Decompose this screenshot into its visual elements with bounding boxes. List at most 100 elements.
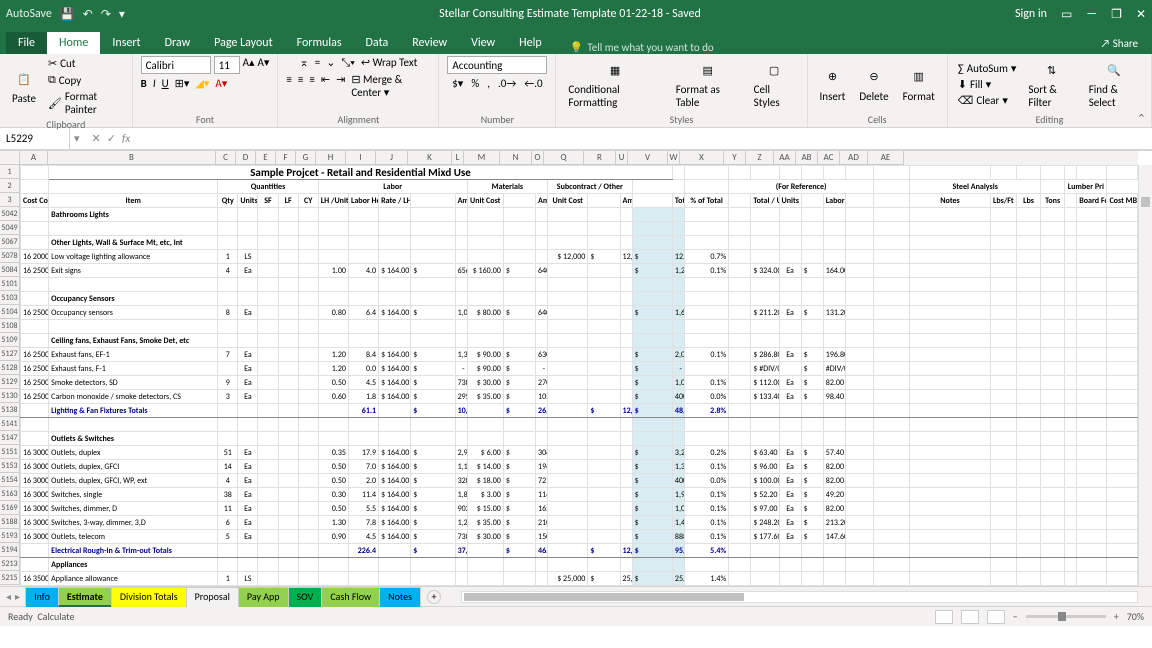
format-as-table-button[interactable]: ▤Format as Table	[672, 57, 744, 111]
sheet-tab-estimate[interactable]: Estimate	[58, 587, 112, 607]
close-icon[interactable]: ✕	[1136, 7, 1146, 22]
decrease-decimal-icon[interactable]: ←.0	[524, 77, 542, 90]
sheet-nav-first-icon[interactable]: ◂	[6, 590, 11, 603]
percent-format-icon[interactable]: %	[471, 77, 479, 90]
cell-styles-button[interactable]: ▢Cell Styles	[750, 57, 799, 111]
increase-font-icon[interactable]: A▴	[243, 56, 255, 74]
col-header-H[interactable]: H	[316, 151, 346, 165]
row-header-5188[interactable]: 5188	[0, 515, 20, 529]
accounting-format-icon[interactable]: $▾	[452, 77, 463, 90]
save-icon[interactable]: 💾	[60, 7, 75, 22]
copy-button[interactable]: ⧉ Copy	[46, 72, 124, 88]
align-middle-icon[interactable]: =	[315, 56, 320, 70]
align-left-icon[interactable]: ≡	[286, 73, 291, 99]
row-header-1[interactable]: 1	[0, 165, 20, 179]
col-header-K[interactable]: K	[408, 151, 452, 165]
decrease-font-icon[interactable]: A▾	[258, 56, 270, 74]
horizontal-scrollbar[interactable]	[461, 591, 1138, 603]
wrap-text-button[interactable]: ↩ Wrap Text	[361, 56, 418, 70]
align-bottom-icon[interactable]: ⌄	[326, 56, 335, 70]
tab-view[interactable]: View	[459, 32, 507, 54]
row-header-5103[interactable]: 5103	[0, 291, 20, 305]
col-header-Y[interactable]: Y	[724, 151, 746, 165]
row-header-5127[interactable]: 5127	[0, 347, 20, 361]
sheet-nav-last-icon[interactable]: ▸	[15, 590, 20, 603]
format-painter-button[interactable]: 🖌 Format Painter	[46, 89, 124, 117]
row-header-5109[interactable]: 5109	[0, 333, 20, 347]
tab-formulas[interactable]: Formulas	[285, 32, 354, 54]
row-header-5194[interactable]: 5194	[0, 543, 20, 557]
redo-icon[interactable]: ↷	[101, 7, 111, 22]
col-header-Z[interactable]: Z	[746, 151, 774, 165]
sheet-tab-sov[interactable]: SOV	[288, 587, 323, 607]
number-format-select[interactable]: Accounting	[447, 56, 547, 74]
conditional-formatting-button[interactable]: ▦Conditional Formatting	[564, 57, 665, 111]
merge-center-button[interactable]: ⊟ Merge & Center ▾	[351, 73, 430, 99]
tab-data[interactable]: Data	[354, 32, 401, 54]
increase-decimal-icon[interactable]: .0→	[498, 77, 516, 90]
col-header-M[interactable]: M	[464, 151, 500, 165]
row-header-5078[interactable]: 5078	[0, 249, 20, 263]
row-header-5215[interactable]: 5215	[0, 571, 20, 585]
page-break-view-icon[interactable]	[987, 610, 1005, 624]
col-header-O[interactable]: O	[532, 151, 544, 165]
autosave-toggle[interactable]: AutoSave	[6, 7, 52, 21]
align-top-icon[interactable]: ⌅	[300, 56, 309, 70]
sheet-tab-notes[interactable]: Notes	[379, 587, 421, 607]
sheet-tab-cash-flow[interactable]: Cash Flow	[321, 587, 380, 607]
cancel-formula-icon[interactable]: ✕	[92, 132, 101, 145]
enter-formula-icon[interactable]: ✓	[107, 132, 116, 145]
vertical-scrollbar[interactable]	[1138, 165, 1152, 586]
tab-file[interactable]: File	[6, 32, 47, 54]
font-name-select[interactable]: Calibri	[141, 56, 211, 74]
clear-button[interactable]: ⌫ Clear ▾	[956, 93, 1019, 108]
col-header-F[interactable]: F	[276, 151, 296, 165]
border-button[interactable]: ⊞▾	[175, 77, 190, 90]
undo-icon[interactable]: ↶	[83, 7, 93, 22]
zoom-level[interactable]: 70%	[1127, 610, 1144, 623]
orientation-icon[interactable]: ⤡▾	[341, 56, 354, 70]
namebox-dropdown-icon[interactable]: ▾	[70, 132, 84, 145]
row-header-5067[interactable]: 5067	[0, 235, 20, 249]
maximize-icon[interactable]: ❐	[1111, 7, 1122, 22]
column-headers[interactable]: ABCDEFGHIJKLMNOQRUVWXYZAAABACADAE	[20, 151, 1138, 165]
increase-indent-icon[interactable]: ⇥	[336, 73, 345, 99]
minimize-icon[interactable]: —	[1086, 7, 1097, 21]
col-header-B[interactable]: B	[48, 151, 216, 165]
zoom-in-icon[interactable]: +	[1114, 610, 1119, 623]
col-header-C[interactable]: C	[216, 151, 236, 165]
tab-draw[interactable]: Draw	[153, 32, 203, 54]
col-header-U[interactable]: U	[616, 151, 628, 165]
row-headers[interactable]: 1235042504950675078508451015103510451085…	[0, 165, 20, 586]
row-header-3[interactable]: 3	[0, 193, 20, 207]
fill-color-button[interactable]: ◢▾	[195, 77, 209, 90]
row-header-5101[interactable]: 5101	[0, 277, 20, 291]
col-header-N[interactable]: N	[500, 151, 532, 165]
row-header-5108[interactable]: 5108	[0, 319, 20, 333]
col-header-A[interactable]: A	[20, 151, 48, 165]
tab-review[interactable]: Review	[400, 32, 459, 54]
find-select-button[interactable]: 🔍Find & Select	[1085, 57, 1143, 111]
zoom-out-icon[interactable]: −	[1013, 610, 1018, 623]
col-header-AC[interactable]: AC	[818, 151, 840, 165]
align-center-icon[interactable]: ≡	[298, 73, 303, 99]
row-header-5213[interactable]: 5213	[0, 557, 20, 571]
col-header-L[interactable]: L	[452, 151, 464, 165]
col-header-I[interactable]: I	[346, 151, 376, 165]
row-header-5169[interactable]: 5169	[0, 501, 20, 515]
row-header-5049[interactable]: 5049	[0, 221, 20, 235]
share-button[interactable]: ↗ Share	[1087, 33, 1152, 54]
tab-page-layout[interactable]: Page Layout	[202, 32, 284, 54]
page-layout-view-icon[interactable]	[961, 610, 979, 624]
fill-button[interactable]: ⬇ Fill ▾	[956, 77, 1019, 92]
decrease-indent-icon[interactable]: ⇤	[321, 73, 330, 99]
underline-button[interactable]: U	[162, 77, 169, 90]
col-header-Q[interactable]: Q	[544, 151, 584, 165]
col-header-AD[interactable]: AD	[840, 151, 868, 165]
name-box[interactable]: L5229	[0, 128, 70, 149]
ribbon-mode-icon[interactable]: ▭	[1061, 7, 1072, 22]
sheet-tab-pay-app[interactable]: Pay App	[238, 587, 289, 607]
sheet-tab-info[interactable]: Info	[25, 587, 59, 607]
row-header-5104[interactable]: 5104	[0, 305, 20, 319]
autosum-button[interactable]: ∑ AutoSum ▾	[956, 61, 1019, 76]
